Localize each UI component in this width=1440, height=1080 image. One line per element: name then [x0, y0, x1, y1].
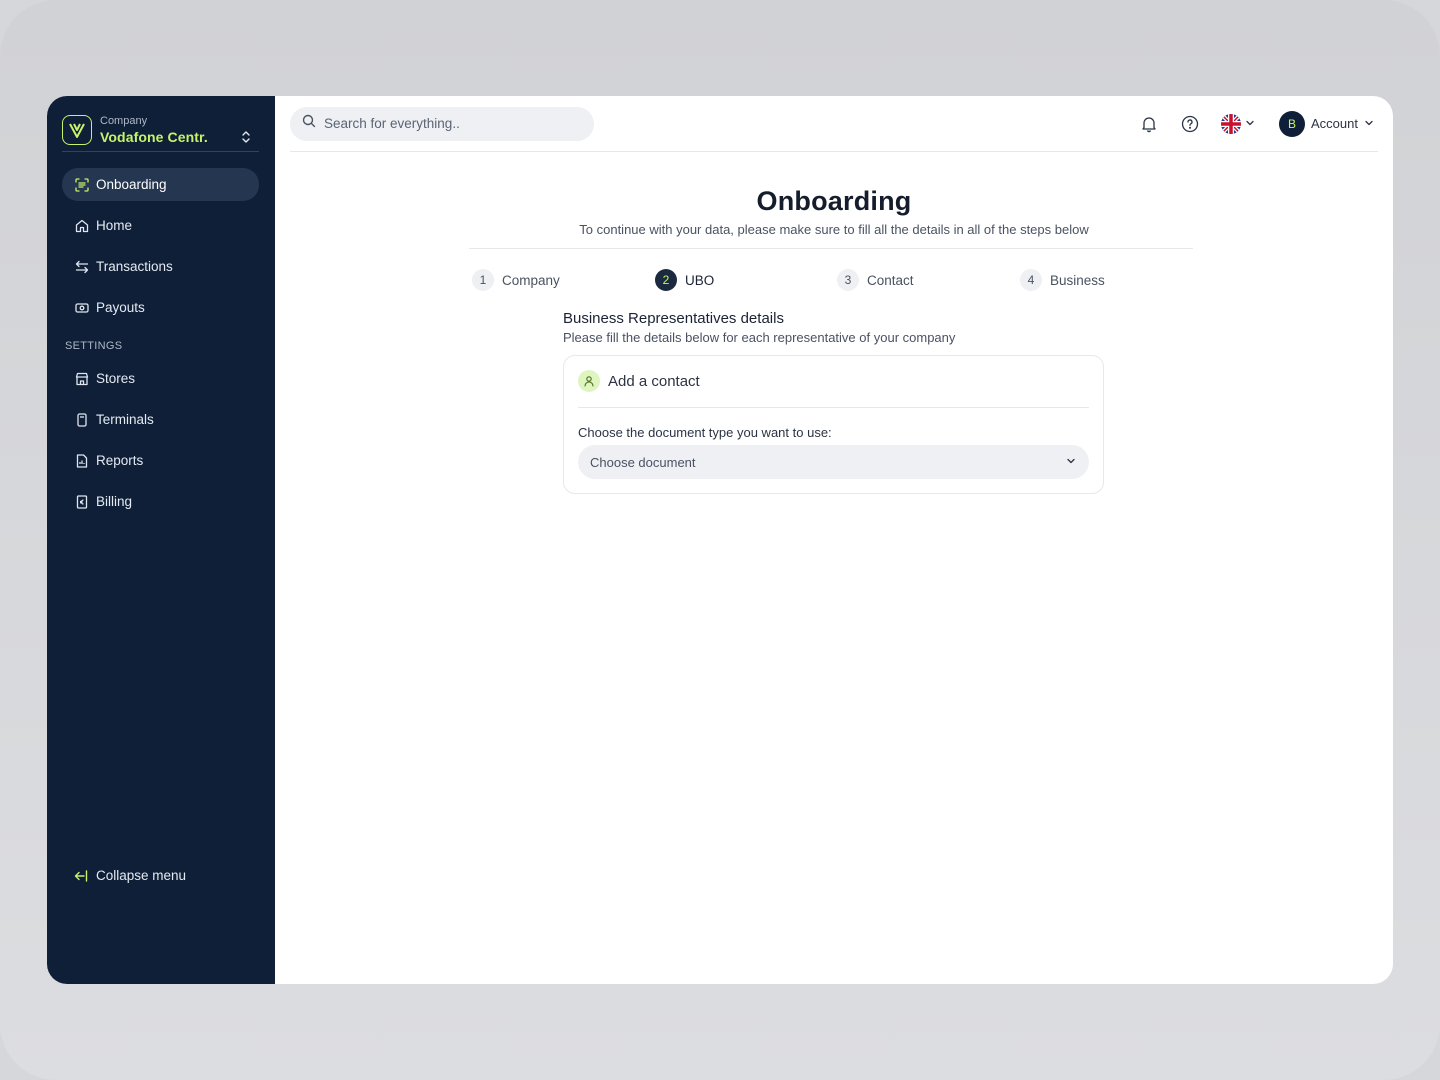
sidebar-divider — [62, 151, 259, 152]
sidebar-item-label: Billing — [96, 494, 133, 509]
document-select-value: Choose document — [590, 454, 696, 470]
billing-icon — [74, 494, 89, 509]
store-icon — [74, 371, 89, 386]
chevron-up-down-icon[interactable] — [239, 130, 253, 144]
arrows-swap-icon — [74, 259, 89, 274]
cash-icon — [74, 300, 89, 315]
settings-section-label: SETTINGS — [65, 340, 123, 352]
top-bar-actions: B Account — [1139, 110, 1374, 137]
page-title: Onboarding — [756, 186, 912, 216]
section-title: Business Representatives details — [563, 310, 784, 327]
sidebar-item-label: Onboarding — [96, 177, 167, 192]
page-subtitle: To continue with your data, please make … — [579, 222, 1089, 237]
company-switcher[interactable]: Company Vodafone Centr. — [62, 108, 259, 152]
terminal-icon — [74, 412, 89, 427]
sidebar-item-label: Transactions — [96, 259, 173, 274]
account-menu[interactable]: B Account — [1279, 110, 1374, 137]
help-icon[interactable] — [1180, 114, 1200, 134]
search-input[interactable] — [324, 116, 574, 131]
chevron-down-icon — [1065, 455, 1077, 470]
logo-icon — [62, 115, 92, 145]
sidebar-item-label: Terminals — [96, 412, 154, 427]
company-label: Company — [100, 115, 148, 127]
bell-icon[interactable] — [1139, 114, 1159, 134]
sidebar-item-reports[interactable]: Reports — [62, 444, 259, 477]
collapse-arrow-icon — [74, 868, 89, 883]
company-name: Vodafone Centr. — [100, 129, 208, 145]
home-icon — [74, 218, 89, 233]
search-bar[interactable] — [290, 106, 594, 141]
sidebar-item-label: Payouts — [96, 300, 145, 315]
avatar: B — [1279, 110, 1306, 137]
top-bar: B Account — [290, 96, 1378, 152]
step-label: Company — [502, 272, 560, 288]
sidebar-item-stores[interactable]: Stores — [62, 362, 259, 395]
sidebar-item-transactions[interactable]: Transactions — [62, 250, 259, 283]
uk-flag-icon — [1221, 113, 1242, 134]
step-label: Business — [1050, 272, 1105, 288]
onboarding-stepper: 1 Company 2 UBO 3 Contact 4 Business — [472, 269, 1172, 293]
main-content: B Account Onboarding To continue with yo… — [275, 96, 1393, 984]
step-number: 3 — [837, 269, 859, 291]
step-number: 4 — [1020, 269, 1042, 291]
add-contact-card: Add a contact Choose the document type y… — [563, 355, 1104, 494]
user-icon — [578, 370, 600, 392]
collapse-menu-label: Collapse menu — [96, 868, 187, 883]
step-number: 1 — [472, 269, 494, 291]
sidebar-item-billing[interactable]: Billing — [62, 485, 259, 518]
section-subtitle: Please fill the details below for each r… — [563, 330, 956, 345]
step-label: UBO — [685, 272, 715, 288]
sidebar-item-home[interactable]: Home — [62, 209, 259, 242]
account-label: Account — [1311, 116, 1358, 131]
step-number: 2 — [655, 269, 677, 291]
sidebar-item-label: Stores — [96, 371, 136, 386]
sidebar-item-payouts[interactable]: Payouts — [62, 291, 259, 324]
sidebar: Company Vodafone Centr. Onboarding Home … — [47, 96, 275, 984]
device-frame: Company Vodafone Centr. Onboarding Home … — [0, 0, 1440, 1080]
search-icon — [302, 114, 316, 133]
add-contact-label: Add a contact — [608, 372, 700, 390]
sidebar-item-terminals[interactable]: Terminals — [62, 403, 259, 436]
sidebar-item-label: Reports — [96, 453, 144, 468]
document-type-label: Choose the document type you want to use… — [578, 425, 832, 440]
scan-icon — [74, 177, 89, 192]
company-info: Company Vodafone Centr. — [100, 114, 239, 146]
document-type-select[interactable]: Choose document — [578, 445, 1089, 479]
chevron-down-icon — [1364, 116, 1374, 131]
step-ubo[interactable]: 2 UBO — [655, 269, 714, 291]
app-window: Company Vodafone Centr. Onboarding Home … — [47, 96, 1393, 984]
step-contact[interactable]: 3 Contact — [837, 269, 914, 291]
step-company[interactable]: 1 Company — [472, 269, 560, 291]
card-divider — [578, 407, 1089, 408]
content-divider — [469, 248, 1193, 249]
sidebar-item-label: Home — [96, 218, 133, 233]
collapse-menu-button[interactable]: Collapse menu — [74, 868, 186, 883]
step-label: Contact — [867, 272, 914, 288]
report-icon — [74, 453, 89, 468]
add-contact-button[interactable]: Add a contact — [578, 370, 700, 392]
chevron-down-icon — [1245, 115, 1255, 133]
sidebar-item-onboarding[interactable]: Onboarding — [62, 168, 259, 201]
language-selector[interactable] — [1221, 113, 1255, 134]
sidebar-nav: Onboarding Home Transactions Payouts SET… — [62, 168, 259, 526]
step-business[interactable]: 4 Business — [1020, 269, 1105, 291]
